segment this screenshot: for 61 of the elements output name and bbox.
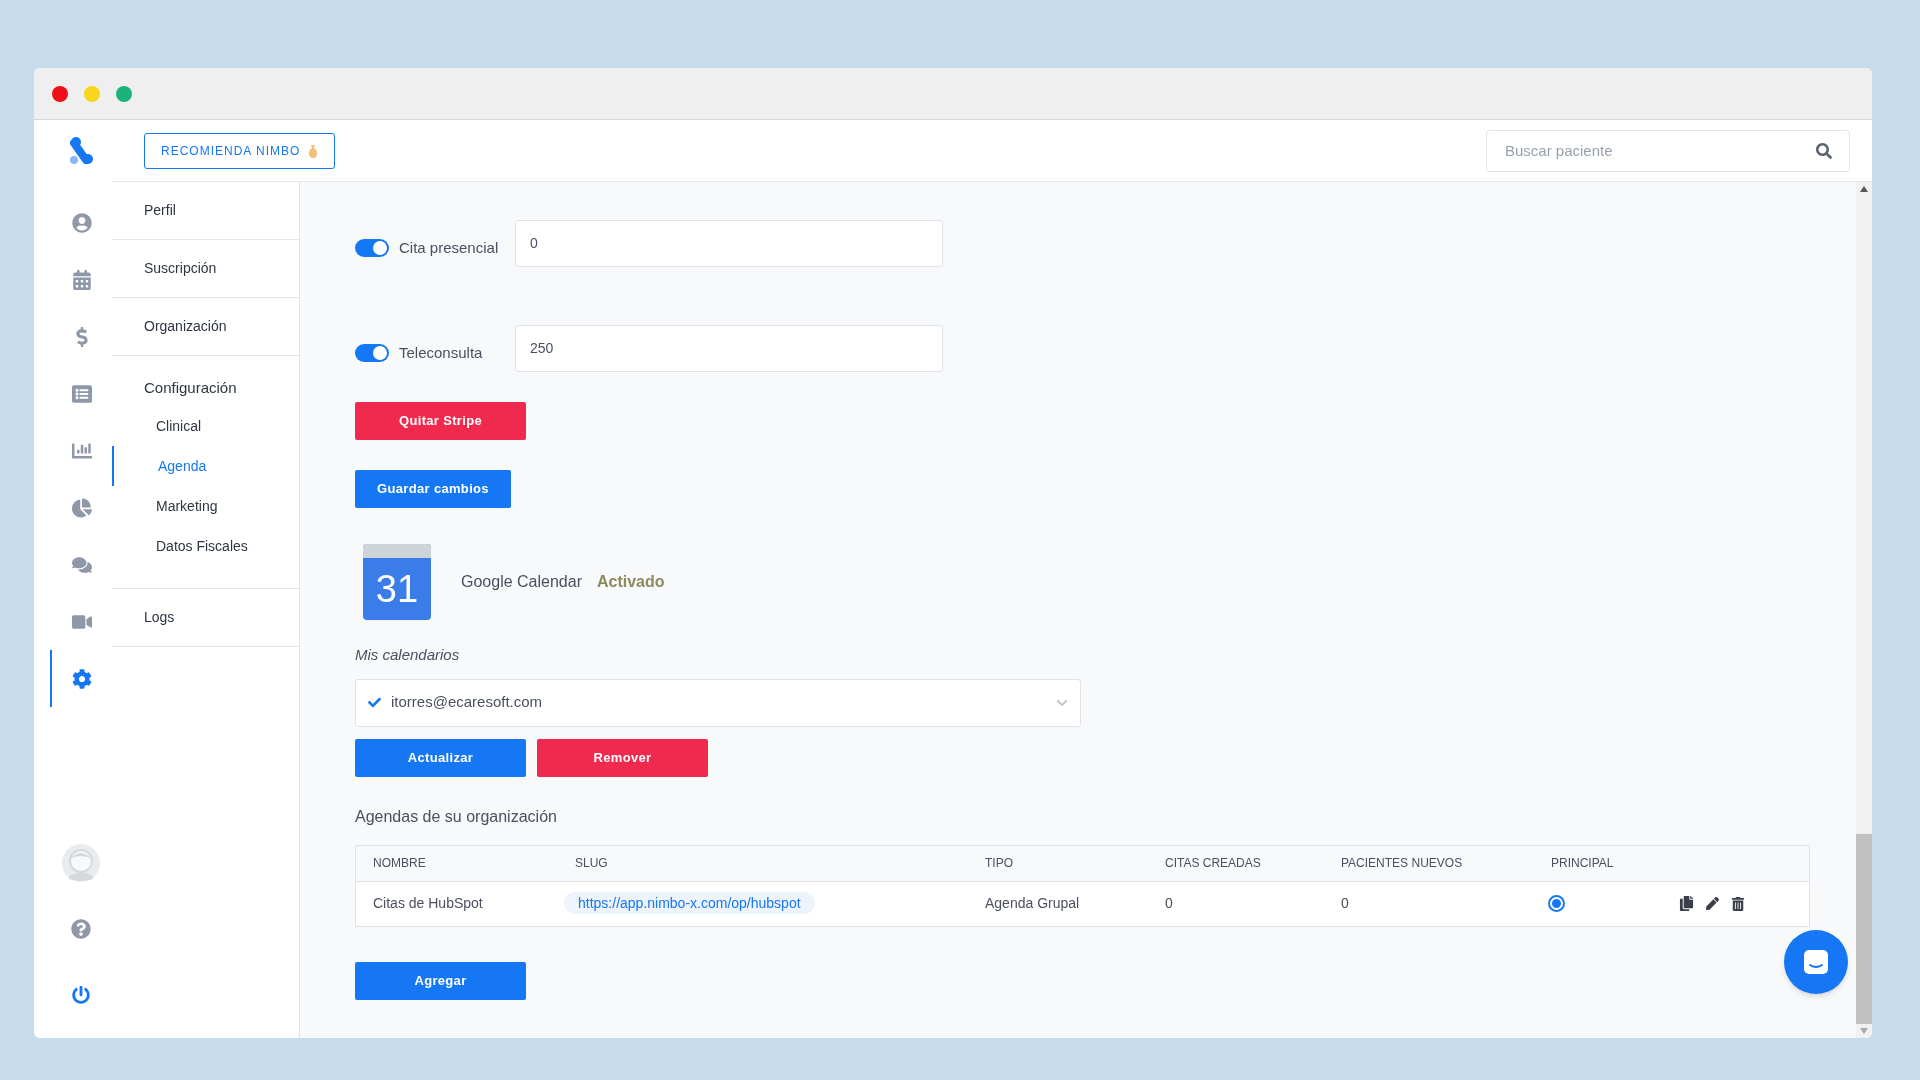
scroll-up-icon[interactable] xyxy=(1860,186,1868,192)
price-label: Cita presencial xyxy=(399,237,500,258)
money-bag-icon xyxy=(308,143,319,158)
status-label: Activado xyxy=(596,572,665,592)
column-header: SLUG xyxy=(574,855,609,872)
section-title: Agendas de su organización xyxy=(355,806,558,827)
list-icon xyxy=(72,383,92,404)
check-icon xyxy=(368,696,381,709)
column-header: NOMBRE xyxy=(372,855,427,872)
settings-nav-item[interactable]: Logs xyxy=(112,589,299,646)
settings-nav-item[interactable]: Perfil xyxy=(112,182,299,239)
remove-button[interactable]: Quitar Stripe xyxy=(355,402,526,440)
delete-icon[interactable] xyxy=(1731,896,1745,911)
chat-icon xyxy=(72,554,92,575)
column-header: CITAS CREADAS xyxy=(1164,855,1262,872)
settings-subnav-item[interactable]: Datos Fiscales xyxy=(112,526,299,566)
settings-nav-item[interactable]: Organización xyxy=(112,298,299,355)
price-label: Teleconsulta xyxy=(399,342,484,363)
settings-subnav-item[interactable]: Marketing xyxy=(112,486,299,526)
calendar-icon: 31 xyxy=(363,544,431,620)
calendar-icon xyxy=(72,269,92,290)
primary-button[interactable]: Agregar xyxy=(355,961,526,1000)
primary-button[interactable]: Actualizar xyxy=(355,738,526,777)
maximize-window-icon[interactable] xyxy=(116,85,132,102)
recommend-button[interactable]: RECOMIENDA NIMBO xyxy=(144,132,336,169)
table-cell-text: 0 xyxy=(1340,894,1350,913)
calendar-select[interactable]: itorres@ecaresoft.com xyxy=(355,678,1081,727)
primary-button[interactable]: Guardar cambios xyxy=(355,470,511,508)
help-icon[interactable] xyxy=(71,919,91,939)
search-field[interactable]: Buscar paciente xyxy=(1486,129,1850,172)
edit-icon[interactable] xyxy=(1706,897,1719,910)
slug-link[interactable]: https://app.nimbo-x.com/op/hubspot xyxy=(564,892,815,914)
pie-chart-icon xyxy=(72,497,92,518)
table-cell-text: 0 xyxy=(1164,894,1174,913)
remove-button[interactable]: Remover xyxy=(537,738,708,777)
search-icon[interactable] xyxy=(1816,142,1832,159)
radio-button[interactable] xyxy=(1548,895,1565,912)
table-cell-text: Citas de HubSpot xyxy=(372,894,484,913)
field-label: Mis calendarios xyxy=(355,645,461,665)
scrollbar[interactable] xyxy=(1856,182,1872,1038)
toggle-switch[interactable] xyxy=(355,343,389,362)
price-input[interactable]: 0 xyxy=(515,220,943,267)
column-header: PRINCIPAL xyxy=(1550,855,1615,872)
scroll-down-icon[interactable] xyxy=(1860,1028,1868,1034)
settings-nav-item[interactable]: Configuración xyxy=(112,370,299,406)
settings-nav-item[interactable]: Suscripción xyxy=(112,240,299,297)
price-input[interactable]: 250 xyxy=(515,325,943,372)
logo-icon[interactable] xyxy=(68,136,94,166)
chat-icon xyxy=(1802,948,1830,976)
settings-subnav-item[interactable]: Clinical xyxy=(112,406,299,446)
settings-icon xyxy=(72,668,92,689)
close-window-icon[interactable] xyxy=(52,85,68,102)
scrollbar-thumb[interactable] xyxy=(1856,834,1872,1024)
toggle-switch[interactable] xyxy=(355,238,389,257)
user-icon xyxy=(72,212,92,233)
column-header: TIPO xyxy=(984,855,1014,872)
integration-name: Google Calendar xyxy=(461,572,582,592)
power-icon[interactable] xyxy=(72,986,90,1004)
table-cell-text: Agenda Grupal xyxy=(984,894,1081,913)
column-header: PACIENTES NUEVOS xyxy=(1340,855,1464,872)
copy-icon[interactable] xyxy=(1679,896,1694,911)
